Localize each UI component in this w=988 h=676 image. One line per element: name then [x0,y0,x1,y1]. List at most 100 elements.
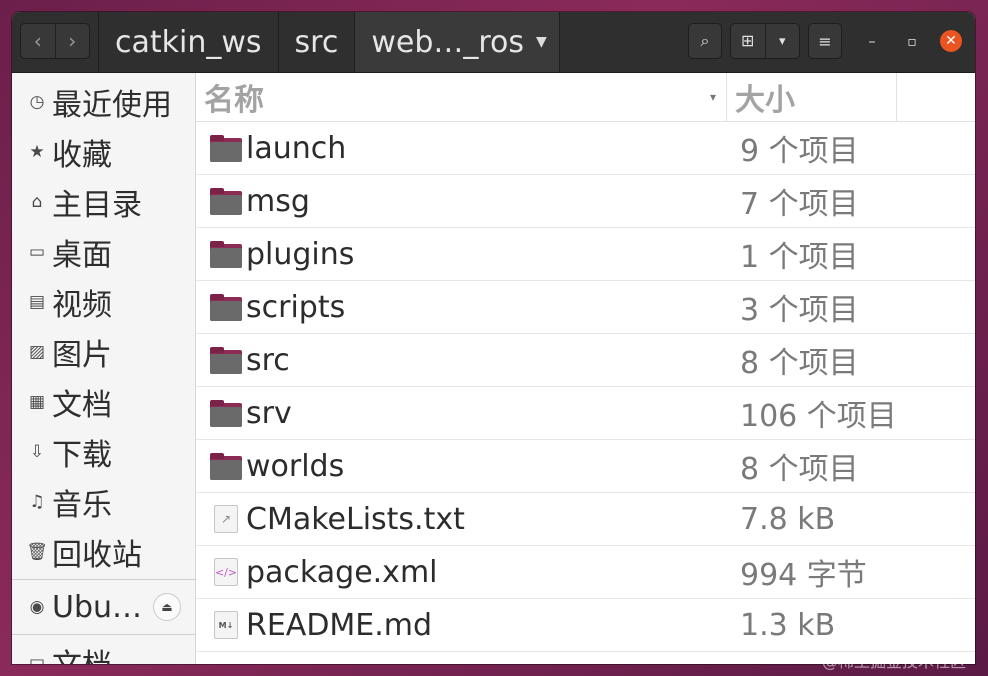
hamburger-menu-icon: ≡ [818,31,832,51]
sidebar-item-label: 视频 [52,288,112,323]
sidebar-item-device[interactable]: ◉ Ubu… ⏏ [12,582,195,632]
breadcrumb-src[interactable]: src [279,12,356,72]
breadcrumb: catkin_ws src web…_ros ▼ [98,12,560,72]
file-size: 994 字节 [740,558,867,593]
breadcrumb-current-folder[interactable]: web…_ros ▼ [355,12,560,72]
sidebar-divider [12,579,195,580]
minimize-button[interactable]: – [860,30,884,54]
file-size: 1.3 kB [740,607,836,643]
table-row[interactable]: src 8 个项目 [196,334,975,387]
file-list-view: 名称 ▾ 大小 launch 9 个项目 msg 7 个项目 plugins 1… [196,73,975,664]
table-row[interactable]: M↓ README.md 1.3 kB [196,599,975,652]
star-icon: ★ [29,142,45,162]
sidebar-item-label: 收藏 [52,138,112,173]
sidebar-item-music[interactable]: ♫ 音乐 [12,477,195,527]
column-header-size[interactable]: 大小 [727,73,897,121]
table-row[interactable]: worlds 8 个项目 [196,440,975,493]
film-icon: ▤ [28,292,46,312]
sidebar-item-pictures[interactable]: ▨ 图片 [12,327,195,377]
sidebar-item-trash[interactable]: 🗑 回收站 [12,527,195,577]
sidebar-item-desktop[interactable]: ▭ 桌面 [12,227,195,277]
disk-icon: ◉ [29,597,45,617]
markdown-file-icon: M↓ [214,611,238,639]
file-size: 3 个项目 [740,293,859,328]
sidebar-item-home[interactable]: ⌂ 主目录 [12,177,195,227]
file-name: msg [246,183,310,219]
sidebar-item-label: Ubu… [52,589,143,625]
sidebar-item-label: 文档 [52,388,112,423]
file-name: plugins [246,236,355,272]
minimize-icon: – [868,34,876,50]
menu-button[interactable]: ≡ [808,23,842,59]
forward-button[interactable]: › [54,24,90,58]
sidebar-item-recent[interactable]: ◷ 最近使用 [12,77,195,127]
header-bar: ‹ › catkin_ws src web…_ros ▼ ⌕ ⊞ ▾ ≡ – ▫ [12,12,975,73]
breadcrumb-current-label: web…_ros [371,24,525,60]
file-size: 8 个项目 [740,452,859,487]
document-icon: ▦ [28,392,46,412]
sidebar-divider [12,634,195,635]
search-button[interactable]: ⌕ [688,23,722,59]
breadcrumb-catkin-ws[interactable]: catkin_ws [98,12,279,72]
column-headers: 名称 ▾ 大小 [196,73,975,122]
download-icon: ⇩ [29,442,45,462]
sidebar-item-starred[interactable]: ★ 收藏 [12,127,195,177]
sidebar: ◷ 最近使用 ★ 收藏 ⌂ 主目录 ▭ 桌面 ▤ 视频 ▨ 图片 ▦ 文档 ⇩ [12,73,196,664]
folder-icon [210,452,242,480]
file-size: 9 个项目 [740,134,859,169]
file-name: scripts [246,289,346,325]
column-header-size-label: 大小 [735,83,795,118]
maximize-button[interactable]: ▫ [900,30,924,54]
view-toggle-group: ⊞ ▾ [730,23,800,59]
navigation-buttons: ‹ › [20,23,90,59]
table-row[interactable]: launch 9 个项目 [196,122,975,175]
file-size: 7 个项目 [740,187,859,222]
file-name: src [246,342,290,378]
file-size: 7.8 kB [740,501,836,537]
sort-descending-icon: ▾ [709,90,716,104]
sidebar-item-label: 文档 [52,640,112,664]
folder-icon [210,346,242,374]
folder-icon [210,240,242,268]
sidebar-item-label: 图片 [52,338,112,373]
folder-icon [210,293,242,321]
table-row[interactable]: msg 7 个项目 [196,175,975,228]
sidebar-item-bookmark-documents[interactable]: ▭ 文档 [12,637,195,664]
file-name: README.md [246,607,433,643]
table-row[interactable]: srv 106 个项目 [196,387,975,440]
file-size: 106 个项目 [740,399,897,434]
home-icon: ⌂ [31,192,43,212]
folder-icon [210,134,242,162]
folder-icon: ▭ [28,652,46,664]
back-button[interactable]: ‹ [21,24,55,58]
file-size: 1 个项目 [740,240,859,275]
sidebar-item-label: 回收站 [52,538,142,573]
grid-view-icon[interactable]: ⊞ [731,24,766,58]
eject-icon[interactable]: ⏏ [153,593,181,621]
file-name: worlds [246,448,345,484]
maximize-icon: ▫ [907,34,917,50]
view-options-chevron-icon[interactable]: ▾ [766,34,800,49]
file-size: 8 个项目 [740,346,859,381]
table-row[interactable]: scripts 3 个项目 [196,281,975,334]
sidebar-item-documents[interactable]: ▦ 文档 [12,377,195,427]
close-button[interactable]: ✕ [940,30,962,52]
column-header-name-label: 名称 [204,83,264,118]
file-manager-window: ‹ › catkin_ws src web…_ros ▼ ⌕ ⊞ ▾ ≡ – ▫ [12,12,975,664]
chevron-down-icon: ▼ [536,34,547,50]
desktop-icon: ▭ [28,242,46,262]
sidebar-item-label: 下载 [52,438,112,473]
table-row[interactable]: plugins 1 个项目 [196,228,975,281]
file-name: launch [246,130,347,166]
trash-icon: 🗑 [26,542,48,562]
table-row[interactable]: </> package.xml 994 字节 [196,546,975,599]
sidebar-item-videos[interactable]: ▤ 视频 [12,277,195,327]
image-icon: ▨ [28,342,46,362]
xml-file-icon: </> [214,558,238,586]
sidebar-item-label: 主目录 [52,188,142,223]
music-note-icon: ♫ [29,492,45,512]
column-header-name[interactable]: 名称 ▾ [196,73,727,121]
close-icon: ✕ [945,33,957,49]
table-row[interactable]: ↗ CMakeLists.txt 7.8 kB [196,493,975,546]
sidebar-item-downloads[interactable]: ⇩ 下载 [12,427,195,477]
